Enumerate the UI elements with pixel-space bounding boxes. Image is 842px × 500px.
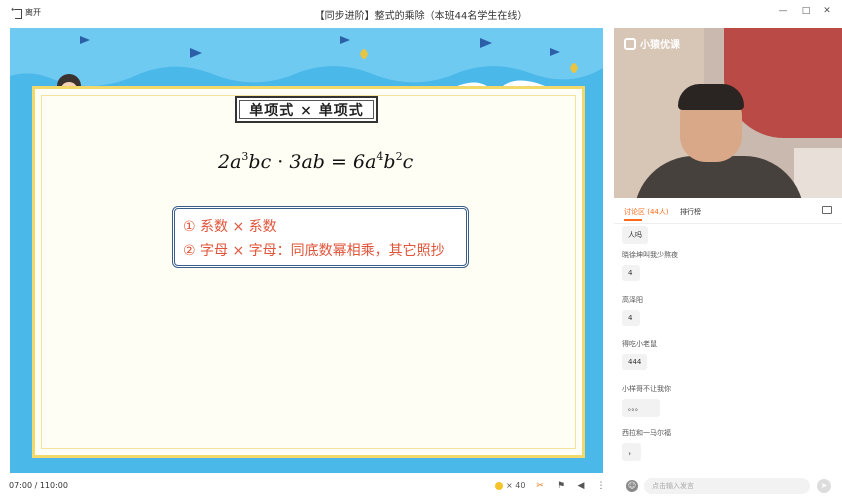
chat-input[interactable] (644, 478, 810, 494)
minimize-button[interactable]: — (776, 6, 790, 16)
chat-list[interactable]: 人吗 晓徐坤叫我少熬夜 4 高泽阳 4 得吃小老鼠 444 小样哥不让我你 。。… (614, 224, 842, 472)
teacher-video: 小猿优课 (614, 28, 842, 198)
tab-ranking[interactable]: 排行榜 (680, 207, 701, 217)
list-item: 高泽阳 4 (622, 295, 643, 326)
title-bar: 离开 【同步进阶】整式的乘除（本班44名学生在线） — □ ✕ (0, 0, 842, 28)
scissors-icon[interactable]: ✂ (535, 481, 545, 491)
list-item: 晓徐坤叫我少熬夜 4 (622, 250, 678, 281)
list-item: 人吗 (622, 224, 648, 244)
formula: 2a3bc · 3ab = 6a4b2c (218, 150, 414, 173)
maximize-button[interactable]: □ (799, 6, 813, 16)
brand-logo: 小猿优课 (624, 36, 680, 51)
coin-count: × 40 (506, 481, 526, 490)
flag-icon[interactable]: ⚑ (556, 481, 566, 491)
close-button[interactable]: ✕ (820, 6, 834, 16)
chat-tabs: 讨论区 (44人) 排行榜 (614, 198, 842, 224)
list-item: 西拉和一马尔福 ， (622, 428, 671, 461)
chat-settings-icon[interactable] (822, 206, 832, 214)
tab-discussion[interactable]: 讨论区 (44人) (624, 207, 669, 217)
list-item: 小样哥不让我你 。。。 (622, 384, 671, 417)
slide-card (32, 86, 585, 458)
volume-icon[interactable]: ◀ (576, 481, 586, 491)
send-icon[interactable]: ➤ (817, 479, 831, 493)
window-title: 【同步进阶】整式的乘除（本班44名学生在线） (314, 11, 528, 22)
active-tab-indicator (624, 219, 642, 221)
more-icon[interactable]: ⋮ (596, 481, 606, 491)
rule-line: ① 系数 × 系数 (183, 219, 277, 235)
logo-icon (624, 37, 636, 50)
rule-line: ② 字母 × 字母：同底数幂相乘，其它照抄 (183, 243, 445, 259)
emoji-icon[interactable]: ☺ (626, 480, 638, 492)
playback-time: 07:00 / 110:00 (9, 481, 68, 490)
coin-icon (495, 482, 503, 490)
list-item: 得吃小老鼠 444 (622, 339, 657, 370)
rules-box: ① 系数 × 系数 ② 字母 × 字母：同底数幂相乘，其它照抄 (172, 206, 469, 268)
slide-heading: 单项式 × 单项式 (235, 96, 378, 123)
